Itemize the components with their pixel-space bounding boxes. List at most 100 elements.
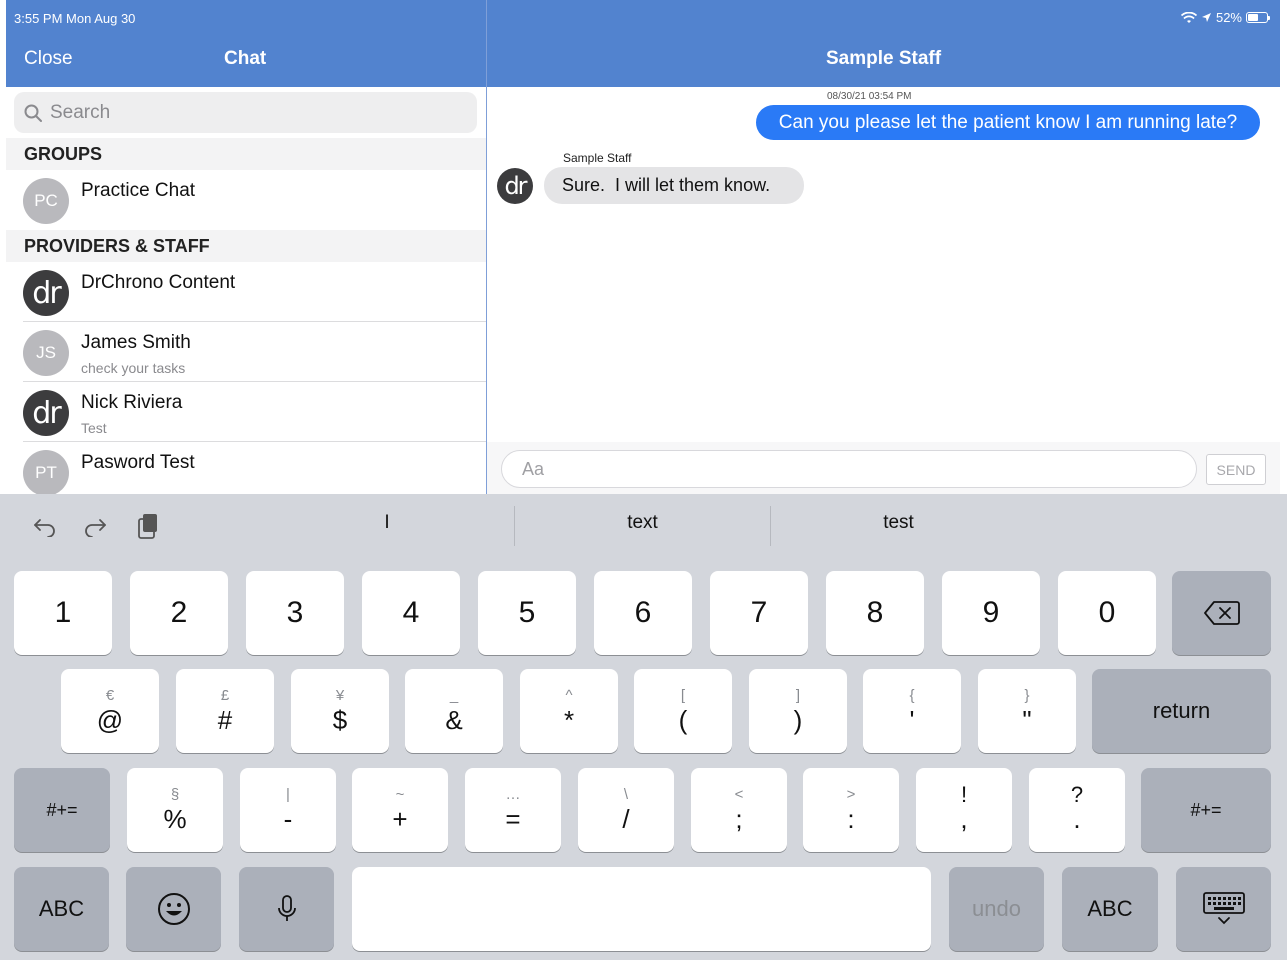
abc-key[interactable]: ABC [14,867,109,951]
chat-row-james-smith[interactable]: JS James Smith check your tasks [6,322,486,382]
dictation-key[interactable] [239,867,334,951]
chat-name: Nick Riviera [81,392,183,413]
key-alt-label: € [105,687,115,704]
key-apostrophe[interactable]: {' [863,669,961,753]
key-3[interactable]: 3 [246,571,344,655]
abc-key-right[interactable]: ABC [1062,867,1158,951]
key-label: @ [96,705,124,735]
search-placeholder: Search [50,101,111,123]
key-alt-label: ^ [565,687,573,704]
incoming-message: Sure. I will let them know. [544,167,804,204]
key-equals[interactable]: … = [465,768,561,852]
keyboard-dismiss-icon [1202,892,1245,925]
nav-title: Chat [224,48,267,69]
chat-name: Pasword Test [81,452,195,473]
key-4[interactable]: 4 [362,571,460,655]
key-5[interactable]: 5 [478,571,576,655]
chat-row-drchrono-content[interactable]: dr DrChrono Content [6,262,486,322]
key-alt-label: ? [1070,782,1084,807]
key-label: . [1073,804,1081,834]
key-label: = [505,804,521,834]
undo-key[interactable]: undo [949,867,1044,951]
chat-name: DrChrono Content [81,272,236,293]
key-comma[interactable]: !, [916,768,1012,852]
key-6[interactable]: 6 [594,571,692,655]
key-1[interactable]: 1 [14,571,112,655]
key-left-paren[interactable]: [( [634,669,732,753]
key-label: * [563,705,575,735]
emoji-key[interactable] [126,867,221,951]
message-sender: Sample Staff [563,151,632,165]
key-9[interactable]: 9 [942,571,1040,655]
paste-icon[interactable] [130,506,166,546]
more-symbols-key[interactable]: #+= [14,768,110,852]
key-semicolon[interactable]: <; [691,768,787,852]
key-alt-label: \ [623,786,629,803]
key-8[interactable]: 8 [826,571,924,655]
chat-row-nick-riviera[interactable]: dr Nick Riviera Test [6,382,486,442]
key-hyphen[interactable]: | - [240,768,336,852]
delete-key[interactable] [1172,571,1271,655]
key-alt-label: § [170,786,180,803]
onscreen-keyboard: I text test 1 2 3 4 5 6 7 8 9 0 € @ £ # ¥ $… [0,494,1287,960]
return-key[interactable]: return [1092,669,1271,753]
key-quote[interactable]: } " [978,669,1076,753]
avatar: PT [23,450,69,494]
key-alt-label: … [505,786,521,803]
avatar: JS [23,330,69,376]
key-slash[interactable]: \ / [578,768,674,852]
avatar: dr [23,390,69,436]
wifi-icon [1180,11,1197,23]
key-alt-label: < [734,786,744,803]
key-plus[interactable]: ~ + [352,768,448,852]
key-asterisk[interactable]: ^ * [520,669,618,753]
key-ampersand[interactable]: _ & [405,669,503,753]
key-period[interactable]: ?. [1029,768,1125,852]
chat-row-pasword-test[interactable]: PT Pasword Test [6,442,486,494]
suggestion-2[interactable]: text [515,512,770,534]
conversation-panel: 08/30/21 03:54 PM Can you please let the… [487,87,1280,494]
key-label: / [622,804,630,834]
key-label: % [163,804,187,834]
right-nav-bar: 52% Sample Staff [487,0,1280,87]
message-timestamp: 08/30/21 03:54 PM [827,91,912,102]
key-dollar[interactable]: ¥ $ [291,669,389,753]
more-symbols-key-right[interactable]: #+= [1141,768,1271,852]
key-colon[interactable]: >: [803,768,899,852]
groups-header: GROUPS [6,138,486,170]
key-right-paren[interactable]: ]) [749,669,847,753]
avatar: dr [497,168,533,204]
space-key[interactable] [352,867,931,951]
key-alt-label: £ [220,687,230,704]
key-alt-label: | [286,786,290,803]
close-button[interactable]: Close [24,48,73,70]
conversation-title: Sample Staff [825,48,942,69]
backspace-icon [1203,601,1240,625]
key-0[interactable]: 0 [1058,571,1156,655]
send-button[interactable]: SEND [1206,454,1266,485]
key-percent[interactable]: §% [127,768,223,852]
hide-keyboard-key[interactable] [1176,867,1271,951]
chat-preview: check your tasks [81,360,186,376]
suggestion-3[interactable]: test [771,512,1026,534]
key-alt-label: ~ [395,786,405,803]
key-label: ) [793,705,803,735]
status-icons: 52% [1180,10,1270,25]
key-at[interactable]: € @ [61,669,159,753]
suggestion-1[interactable]: I [260,512,514,534]
key-hash[interactable]: £ # [176,669,274,753]
chat-row-practice-chat[interactable]: PC Practice Chat [6,170,486,230]
emoji-icon [157,893,190,925]
key-7[interactable]: 7 [710,571,808,655]
key-alt-label: ¥ [335,687,345,704]
key-label: ; [735,804,743,834]
message-input[interactable]: Aa [501,450,1197,488]
microphone-icon [277,895,296,921]
search-input[interactable]: Search [14,92,477,133]
redo-icon[interactable] [78,506,112,546]
avatar: dr [23,270,69,316]
undo-icon[interactable] [28,506,62,546]
battery-icon [1246,12,1270,23]
chat-preview: Test [81,420,107,436]
key-2[interactable]: 2 [130,571,228,655]
